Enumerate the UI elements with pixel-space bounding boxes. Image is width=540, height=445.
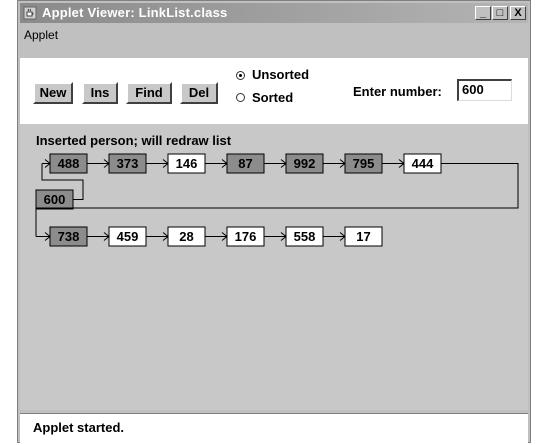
linked-list-diagram: 488 373 146 87 992 795 444 600 738 459 28 176 558 17 (35, 153, 519, 247)
status-bar-text: Applet started. (33, 420, 125, 435)
title-bar[interactable]: Applet Viewer: LinkList.class _ □ X (20, 3, 528, 23)
list-node-value: 738 (58, 229, 80, 244)
list-node-value: 146 (176, 156, 198, 171)
link-line (35, 163, 519, 237)
list-node-value: 444 (412, 156, 434, 171)
window-title: Applet Viewer: LinkList.class (42, 5, 228, 20)
list-node-value: 992 (294, 156, 316, 171)
menu-applet[interactable]: Applet (24, 25, 58, 45)
list-node-value: 488 (58, 156, 80, 171)
list-node-value: 17 (356, 229, 370, 244)
applet-viewer-window: Applet Viewer: LinkList.class _ □ X Appl… (17, 0, 531, 443)
status-bar: Applet started. (20, 413, 528, 443)
list-node-value: 600 (44, 192, 66, 207)
list-node-value: 28 (179, 229, 193, 244)
list-node-value: 373 (117, 156, 139, 171)
applet-area: New Ins Find Del Unsorted Sorted Enter n… (20, 58, 528, 410)
list-node-value: 795 (353, 156, 375, 171)
list-node-value: 459 (117, 229, 139, 244)
close-button[interactable]: X (510, 6, 526, 20)
list-node-value: 176 (235, 229, 257, 244)
java-cup-icon (23, 6, 37, 20)
list-node-value: 87 (238, 156, 252, 171)
list-node-value: 558 (294, 229, 316, 244)
maximize-button[interactable]: □ (492, 6, 508, 20)
minimize-button[interactable]: _ (475, 6, 491, 20)
menu-bar: Applet (20, 25, 528, 45)
